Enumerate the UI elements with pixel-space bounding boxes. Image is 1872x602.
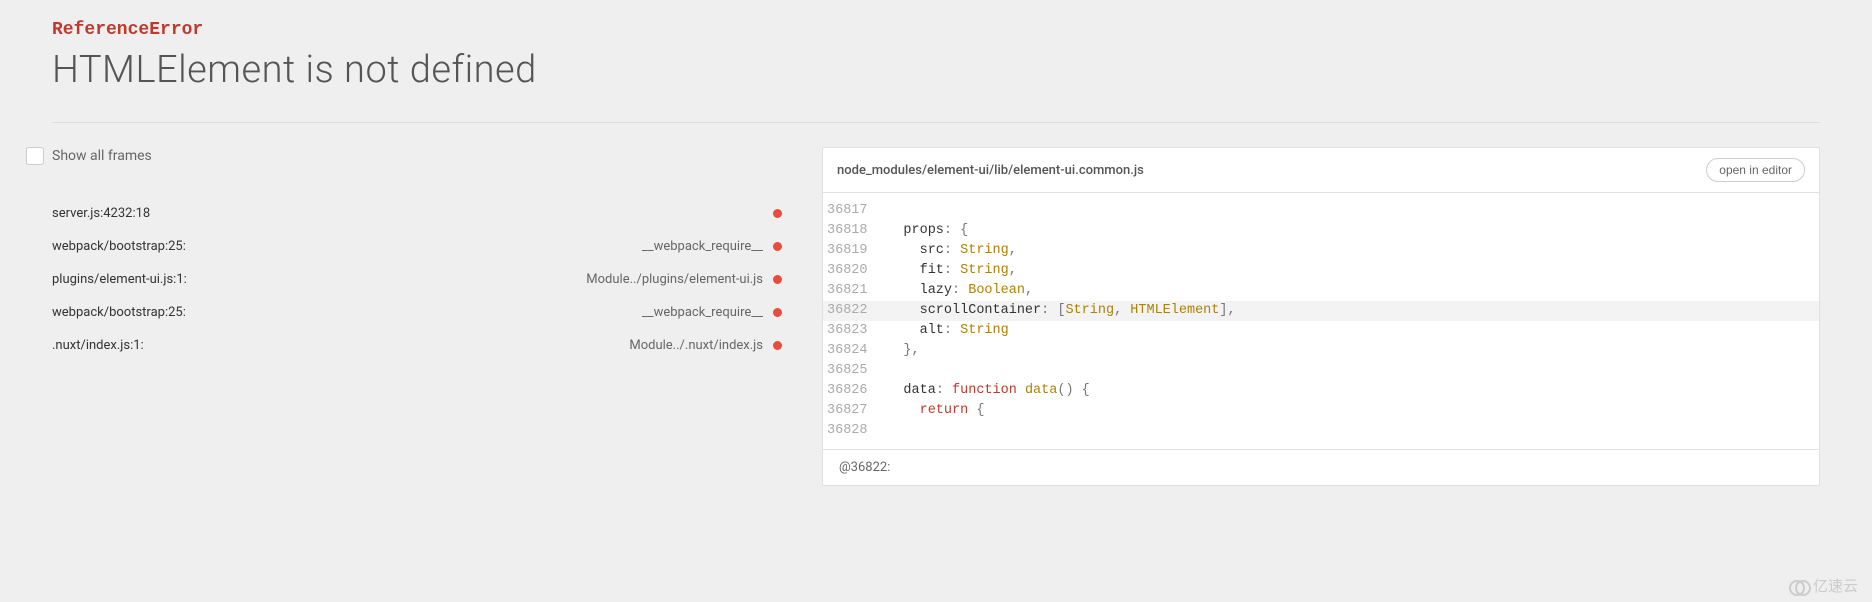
line-number: 36822 bbox=[823, 301, 871, 321]
divider bbox=[52, 122, 1820, 123]
line-number: 36818 bbox=[823, 221, 871, 241]
error-dot-icon bbox=[773, 341, 782, 350]
error-dot-icon bbox=[773, 209, 782, 218]
line-number: 36826 bbox=[823, 381, 871, 401]
frame-module: Module../.nuxt/index.js bbox=[629, 338, 763, 353]
code-line: 36818 props: { bbox=[823, 221, 1819, 241]
line-content: alt: String bbox=[871, 321, 1819, 341]
code-block: 3681736818 props: {36819 src: String,368… bbox=[823, 193, 1819, 449]
frame-location: server.js:4232:18 bbox=[52, 206, 150, 221]
file-path: node_modules/element-ui/lib/element-ui.c… bbox=[837, 163, 1144, 178]
error-dot-icon bbox=[773, 308, 782, 317]
line-content: props: { bbox=[871, 221, 1819, 241]
line-content: scrollContainer: [String, HTMLElement], bbox=[871, 301, 1819, 321]
stack-frames-panel: Show all frames server.js:4232:18 webpack… bbox=[52, 147, 782, 486]
frame-location: webpack/bootstrap:25: bbox=[52, 239, 186, 254]
error-message: HTMLElement is not defined bbox=[52, 48, 1820, 92]
line-number: 36819 bbox=[823, 241, 871, 261]
line-content: src: String, bbox=[871, 241, 1819, 261]
code-line: 36817 bbox=[823, 201, 1819, 221]
code-line: 36823 alt: String bbox=[823, 321, 1819, 341]
frame-location: .nuxt/index.js:1: bbox=[52, 338, 144, 353]
line-content: fit: String, bbox=[871, 261, 1819, 281]
line-number: 36828 bbox=[823, 421, 871, 441]
line-number: 36824 bbox=[823, 341, 871, 361]
watermark-icon bbox=[1789, 580, 1809, 592]
open-in-editor-button[interactable]: open in editor bbox=[1706, 158, 1805, 182]
error-dot-icon bbox=[773, 242, 782, 251]
line-content bbox=[871, 201, 1819, 221]
code-line: 36827 return { bbox=[823, 401, 1819, 421]
code-view-panel: node_modules/element-ui/lib/element-ui.c… bbox=[822, 147, 1820, 486]
stack-frame[interactable]: plugins/element-ui.js:1: Module../plugins… bbox=[52, 263, 782, 296]
code-line: 36828 bbox=[823, 421, 1819, 441]
code-line: 36825 bbox=[823, 361, 1819, 381]
frame-location: plugins/element-ui.js:1: bbox=[52, 272, 187, 287]
line-content bbox=[871, 361, 1819, 381]
error-dot-icon bbox=[773, 275, 782, 284]
show-all-frames-label[interactable]: Show all frames bbox=[52, 148, 152, 164]
code-footer: @36822: bbox=[823, 449, 1819, 485]
frame-module: __webpack_require__ bbox=[642, 305, 763, 320]
frame-module: __webpack_require__ bbox=[642, 239, 763, 254]
error-type: ReferenceError bbox=[52, 20, 1820, 40]
line-content: return { bbox=[871, 401, 1819, 421]
frame-module: Module../plugins/element-ui.js bbox=[586, 272, 763, 287]
stack-frame[interactable]: webpack/bootstrap:25: __webpack_require__ bbox=[52, 296, 782, 329]
line-number: 36821 bbox=[823, 281, 871, 301]
watermark-text: 亿速云 bbox=[1813, 575, 1858, 596]
code-line: 36826 data: function data() { bbox=[823, 381, 1819, 401]
line-content: lazy: Boolean, bbox=[871, 281, 1819, 301]
line-number: 36827 bbox=[823, 401, 871, 421]
stack-frame[interactable]: webpack/bootstrap:25: __webpack_require__ bbox=[52, 230, 782, 263]
line-number: 36820 bbox=[823, 261, 871, 281]
line-content: }, bbox=[871, 341, 1819, 361]
line-number: 36825 bbox=[823, 361, 871, 381]
code-line: 36820 fit: String, bbox=[823, 261, 1819, 281]
line-number: 36817 bbox=[823, 201, 871, 221]
show-all-frames-checkbox[interactable] bbox=[26, 147, 44, 165]
line-number: 36823 bbox=[823, 321, 871, 341]
stack-frame[interactable]: .nuxt/index.js:1: Module../.nuxt/index.js bbox=[52, 329, 782, 362]
code-line: 36821 lazy: Boolean, bbox=[823, 281, 1819, 301]
frame-location: webpack/bootstrap:25: bbox=[52, 305, 186, 320]
code-line: 36824 }, bbox=[823, 341, 1819, 361]
stack-frame[interactable]: server.js:4232:18 bbox=[52, 197, 782, 230]
line-content: data: function data() { bbox=[871, 381, 1819, 401]
code-line: 36819 src: String, bbox=[823, 241, 1819, 261]
watermark: 亿速云 bbox=[1789, 575, 1858, 596]
line-content bbox=[871, 421, 1819, 441]
code-line: 36822 scrollContainer: [String, HTMLElem… bbox=[823, 301, 1819, 321]
